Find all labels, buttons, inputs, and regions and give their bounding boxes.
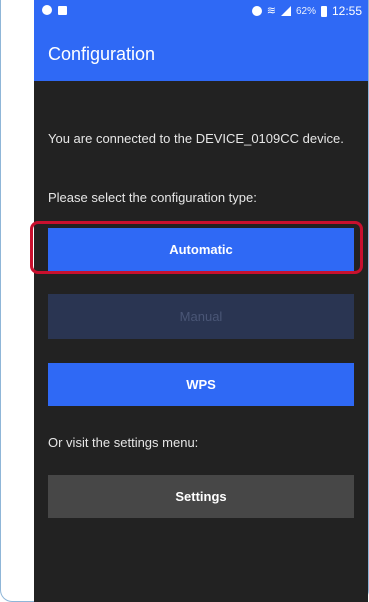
battery-percent: 62% [295,5,316,17]
signal-icon [280,6,291,16]
app-bar: Configuration [34,24,368,81]
configuration-type-prompt: Please select the configuration type: [48,190,257,205]
connection-message: You are connected to the DEVICE_0109CC d… [48,131,344,146]
manual-button[interactable]: Manual [48,294,354,339]
settings-prompt: Or visit the settings menu: [48,435,199,450]
notification-square-icon [58,5,67,15]
clock: 12:55 [331,4,362,18]
battery-icon [320,5,327,17]
page-title: Configuration [48,44,156,64]
status-left-icons [42,5,67,15]
status-right-icons: ≋ 62% 12:55 [251,4,362,18]
phone-screen: ≋ 62% 12:55 Configuration You are connec… [34,0,368,602]
automatic-button[interactable]: Automatic [48,228,354,271]
main-content: You are connected to the DEVICE_0109CC d… [34,81,368,602]
settings-button[interactable]: Settings [48,475,354,518]
status-bar: ≋ 62% 12:55 [34,0,368,24]
wps-button[interactable]: WPS [48,363,354,406]
alarm-icon [251,6,262,16]
wifi-icon: ≋ [266,5,276,17]
notification-dot-icon [42,5,52,15]
